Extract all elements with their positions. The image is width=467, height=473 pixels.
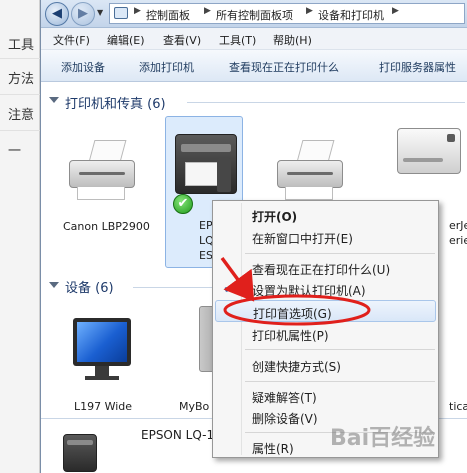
menu-edit[interactable]: 编辑(E) bbox=[107, 32, 145, 48]
divider bbox=[0, 94, 40, 95]
see-whats-printing-button[interactable]: 查看现在正在打印什么 bbox=[229, 59, 339, 75]
menu-item-create-shortcut[interactable]: 创建快捷方式(S) bbox=[215, 354, 436, 376]
breadcrumb-all-items[interactable]: 所有控制面板项 bbox=[216, 7, 293, 23]
device-label-line: erJet bbox=[449, 219, 467, 232]
background-article: 工具 方法 注意 一 bbox=[0, 0, 40, 473]
baidu-watermark: Bai百经验 bbox=[330, 426, 436, 451]
menu-item-troubleshoot[interactable]: 疑难解答(T) bbox=[215, 385, 436, 407]
back-arrow-icon: ◀ bbox=[52, 6, 62, 21]
command-bar: 添加设备 添加打印机 查看现在正在打印什么 打印服务器属性 bbox=[41, 50, 467, 82]
menu-bar: 文件(F) 编辑(E) 查看(V) 工具(T) 帮助(H) bbox=[41, 28, 467, 50]
menu-item-printer-properties[interactable]: 打印机属性(P) bbox=[215, 323, 436, 345]
menu-help[interactable]: 帮助(H) bbox=[273, 32, 312, 48]
menu-view[interactable]: 查看(V) bbox=[163, 32, 201, 48]
menu-file[interactable]: 文件(F) bbox=[53, 32, 90, 48]
divider bbox=[245, 381, 435, 382]
device-label: tica bbox=[449, 400, 467, 413]
device-label: L197 Wide bbox=[73, 400, 133, 413]
background-text: 方法 bbox=[8, 72, 35, 87]
breadcrumb-separator-icon[interactable]: ▶ bbox=[392, 6, 399, 16]
address-bar: ◀ ▶ ▼ ▶ 控制面板 ▶ 所有控制面板项 ▶ 设备和打印机 ▶ bbox=[41, 0, 467, 28]
menu-item-open[interactable]: 打开(O) bbox=[215, 204, 436, 226]
breadcrumb-separator-icon[interactable]: ▶ bbox=[306, 6, 313, 16]
device-label: Canon LBP2900 bbox=[63, 220, 150, 233]
collapse-group-icon[interactable] bbox=[49, 282, 59, 288]
add-device-button[interactable]: 添加设备 bbox=[61, 59, 105, 75]
forward-button[interactable]: ▶ bbox=[71, 2, 95, 26]
breadcrumb-separator-icon[interactable]: ▶ bbox=[134, 6, 141, 16]
printers-group-header[interactable]: 打印机和传真 (6) bbox=[65, 93, 166, 112]
device-label: erJet eries bbox=[449, 218, 467, 248]
background-text: 一 bbox=[8, 144, 22, 159]
default-printer-check-icon: ✔ bbox=[173, 194, 193, 214]
divider bbox=[0, 58, 40, 59]
divider bbox=[187, 102, 465, 103]
forward-arrow-icon: ▶ bbox=[78, 6, 88, 21]
collapse-group-icon[interactable] bbox=[49, 97, 59, 103]
divider bbox=[245, 349, 435, 350]
divider bbox=[0, 130, 40, 131]
check-glyph: ✔ bbox=[177, 196, 189, 211]
back-button[interactable]: ◀ bbox=[45, 2, 69, 26]
menu-item-open-new-window[interactable]: 在新窗口中打开(E) bbox=[215, 226, 436, 248]
control-panel-icon bbox=[114, 7, 128, 19]
print-server-properties-button[interactable]: 打印服务器属性 bbox=[379, 59, 456, 75]
device-label-line: eries bbox=[449, 234, 467, 247]
printer-canon-lbp2900[interactable]: Canon LBP2900 bbox=[63, 120, 150, 240]
menu-item-see-whats-printing[interactable]: 查看现在正在打印什么(U) bbox=[215, 257, 436, 279]
menu-item-set-default-printer[interactable]: ✔ 设置为默认打印机(A) bbox=[215, 278, 436, 300]
divider bbox=[245, 253, 435, 254]
background-text: 注意 bbox=[8, 108, 35, 123]
breadcrumb-control-panel[interactable]: 控制面板 bbox=[146, 7, 190, 23]
breadcrumb-devices-printers[interactable]: 设备和打印机 bbox=[318, 7, 384, 23]
menu-item-printing-preferences[interactable]: 打印首选项(G) bbox=[215, 300, 436, 322]
divider bbox=[133, 287, 213, 288]
recent-pages-dropdown[interactable]: ▼ bbox=[97, 8, 103, 17]
breadcrumb-separator-icon[interactable]: ▶ bbox=[204, 6, 211, 16]
add-printer-button[interactable]: 添加打印机 bbox=[139, 59, 194, 75]
background-text: 工具 bbox=[8, 38, 35, 53]
device-monitor-l197[interactable]: L197 Wide bbox=[63, 306, 143, 416]
screenshot: 工具 方法 注意 一 ◀ ▶ ▼ ▶ 控制面板 ▶ 所有控制面板项 ▶ 设备和打… bbox=[0, 0, 467, 473]
checkmark-icon: ✔ bbox=[223, 279, 236, 297]
details-pane-title: EPSON LQ-1 bbox=[141, 428, 215, 442]
menu-tools[interactable]: 工具(T) bbox=[219, 32, 256, 48]
address-field[interactable]: ▶ 控制面板 ▶ 所有控制面板项 ▶ 设备和打印机 ▶ bbox=[109, 3, 465, 24]
devices-group-header[interactable]: 设备 (6) bbox=[65, 277, 114, 296]
